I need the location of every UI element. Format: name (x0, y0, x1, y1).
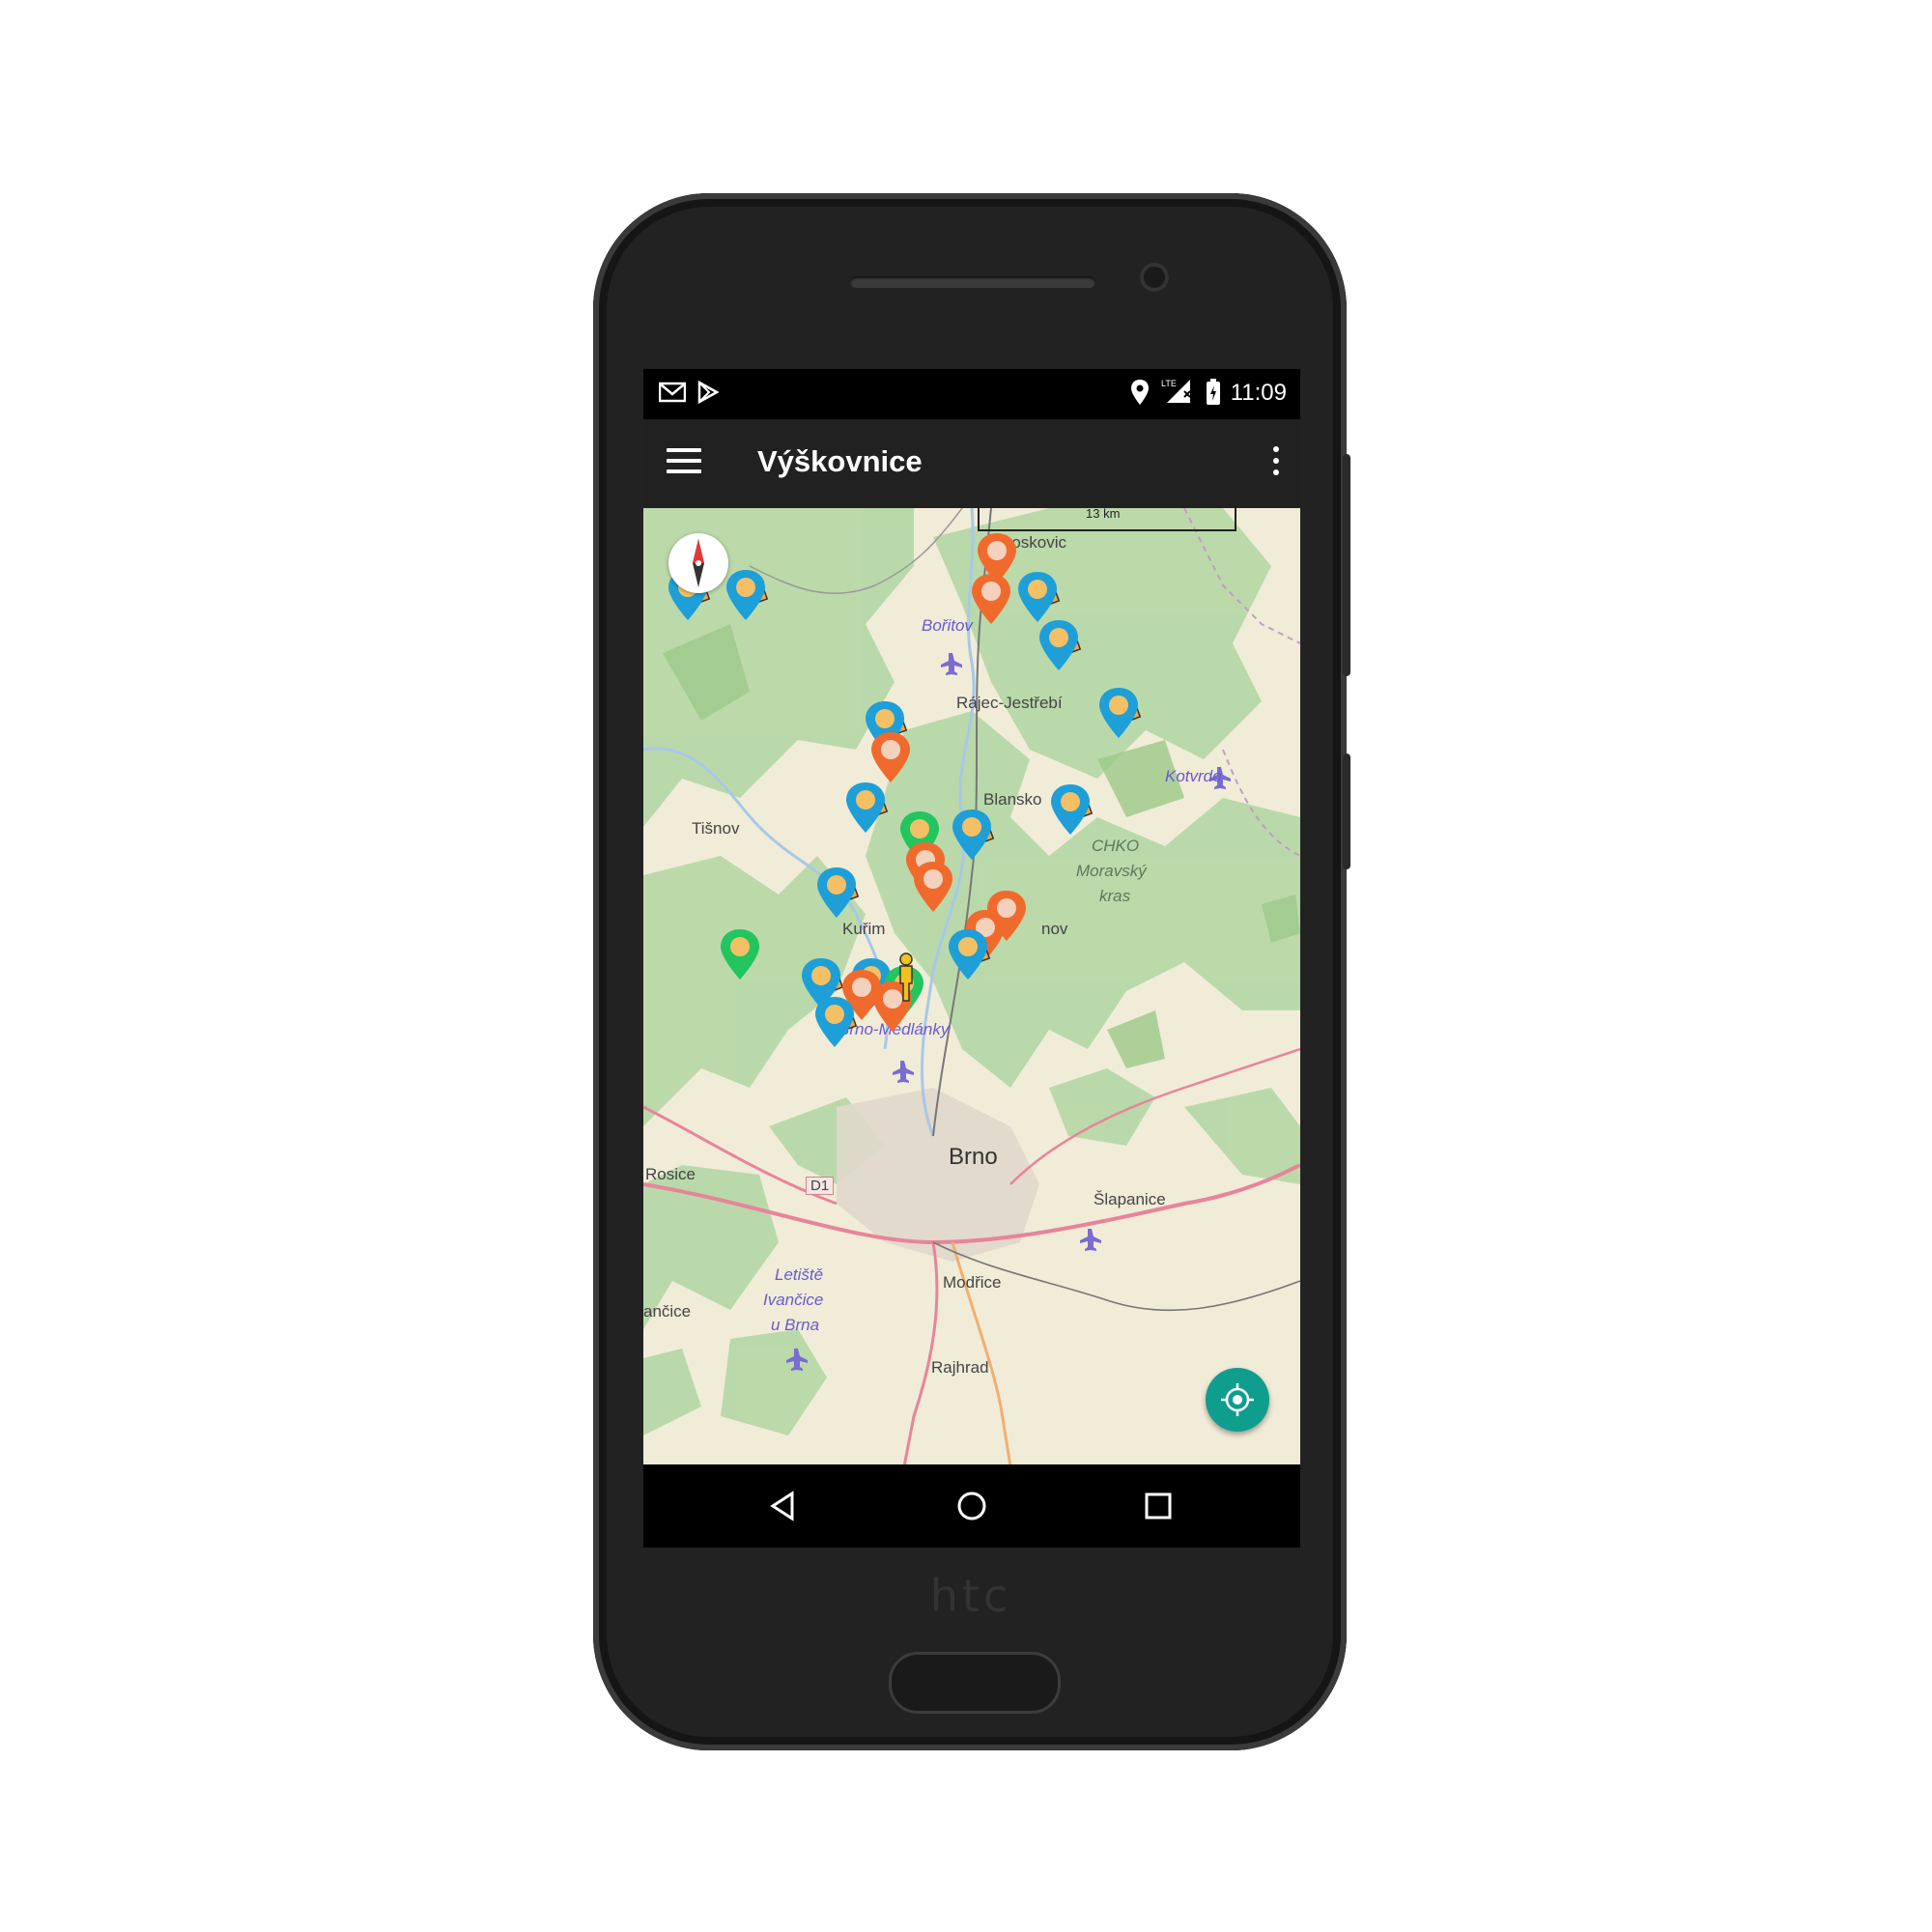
blue-map-marker[interactable] (949, 929, 991, 980)
play-store-icon (697, 381, 719, 404)
system-nav-bar (643, 1464, 1300, 1548)
blue-map-marker[interactable] (1018, 572, 1061, 622)
home-hardware-button[interactable] (889, 1652, 1061, 1714)
blue-map-marker[interactable] (817, 867, 860, 918)
front-camera (1140, 263, 1169, 292)
marker-layer (668, 533, 1142, 1047)
app-bar: Výškovnice (643, 419, 1300, 508)
location-icon (1131, 380, 1149, 405)
green-map-marker[interactable] (721, 929, 759, 980)
blue-map-marker[interactable] (726, 570, 769, 620)
orange-map-marker[interactable] (871, 732, 910, 782)
brand-logo: htc (929, 1570, 1012, 1622)
earpiece-speaker (850, 276, 1095, 288)
power-button (1343, 454, 1350, 676)
orange-map-marker[interactable] (972, 574, 1010, 624)
status-bar: LTE 11:09 (643, 369, 1300, 419)
phone-screen: LTE 11:09 Výškovnice 13 km Boskovic Boři… (643, 369, 1300, 1466)
home-icon[interactable] (950, 1484, 994, 1528)
recents-icon[interactable] (1136, 1484, 1180, 1528)
hamburger-menu-icon[interactable] (667, 448, 701, 479)
volume-button (1343, 753, 1350, 869)
back-icon[interactable] (761, 1484, 806, 1528)
blue-map-marker[interactable] (952, 810, 995, 860)
blue-map-marker[interactable] (1051, 784, 1094, 835)
my-location-button[interactable] (1206, 1368, 1269, 1432)
compass-icon[interactable] (668, 533, 728, 593)
blue-map-marker[interactable] (1039, 620, 1082, 670)
status-time: 11:09 (1230, 380, 1287, 406)
crosshair-icon (1221, 1383, 1254, 1416)
lte-signal-icon: LTE (1161, 379, 1191, 403)
blue-map-marker[interactable] (815, 997, 858, 1047)
overflow-menu-icon[interactable] (1271, 446, 1281, 481)
gmail-icon (659, 382, 686, 403)
blue-map-marker[interactable] (846, 782, 889, 833)
map-view[interactable]: 13 km Boskovic Bořitov Rájec-Jestřebí Bl… (643, 508, 1300, 1466)
blue-map-marker[interactable] (1099, 688, 1142, 738)
svg-text:LTE: LTE (1161, 379, 1177, 388)
battery-charging-icon (1207, 379, 1220, 405)
orange-map-marker[interactable] (914, 862, 952, 912)
app-title: Výškovnice (757, 444, 923, 478)
